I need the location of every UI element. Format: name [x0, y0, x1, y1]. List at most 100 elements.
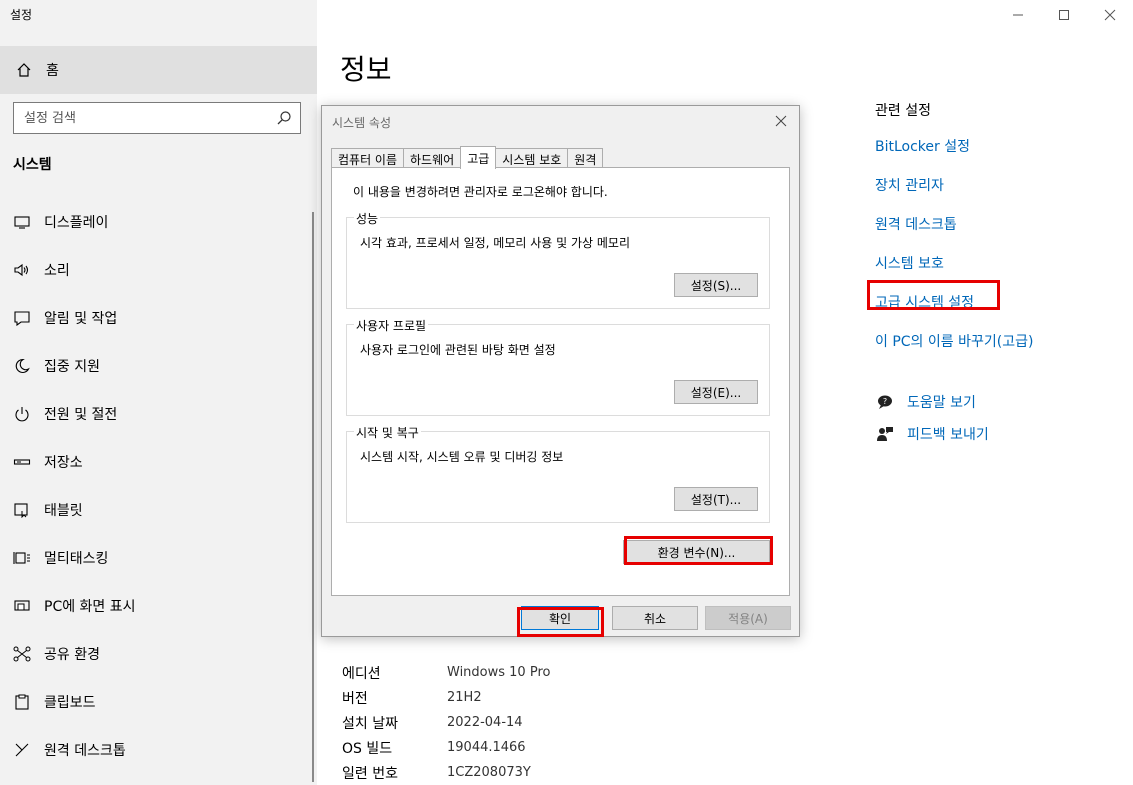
- tab-remote[interactable]: 원격: [567, 148, 604, 168]
- home-icon: [14, 60, 34, 80]
- tab-advanced[interactable]: 고급: [460, 146, 497, 169]
- sidebar-item-storage[interactable]: 저장소: [0, 438, 317, 486]
- search-input[interactable]: [24, 110, 276, 126]
- sidebar-item-label: 알림 및 작업: [44, 311, 118, 327]
- dialog-close-icon[interactable]: [769, 110, 793, 132]
- power-icon: [12, 404, 32, 424]
- cancel-button[interactable]: 취소: [612, 606, 698, 630]
- sidebar-item-remote-desktop[interactable]: 원격 데스크톱: [0, 726, 317, 774]
- startup-recovery-description: 시스템 시작, 시스템 오류 및 디버깅 정보: [360, 450, 564, 464]
- shared-icon: [12, 644, 32, 664]
- system-properties-dialog: 시스템 속성 컴퓨터 이름 하드웨어 고급 시스템 보호 원격 이 내용을 변경…: [321, 105, 800, 637]
- link-advanced-system-settings[interactable]: 고급 시스템 설정: [875, 286, 1033, 325]
- speaker-icon: [12, 260, 32, 280]
- sidebar-item-label: PC에 화면 표시: [44, 599, 136, 615]
- get-help-row[interactable]: ? 도움말 보기: [875, 386, 989, 418]
- link-device-manager[interactable]: 장치 관리자: [875, 169, 1033, 208]
- notification-icon: [12, 308, 32, 328]
- dialog-title: 시스템 속성: [332, 116, 392, 130]
- spec-value: 2022-04-14: [447, 715, 523, 730]
- user-profiles-group: 사용자 프로필 사용자 로그인에 관련된 바탕 화면 설정 설정(E)...: [346, 317, 770, 416]
- sidebar-item-multitasking[interactable]: 멀티태스킹: [0, 534, 317, 582]
- dialog-tabs: 컴퓨터 이름 하드웨어 고급 시스템 보호 원격: [331, 146, 604, 169]
- link-remote-desktop[interactable]: 원격 데스크톱: [875, 208, 1033, 247]
- remote-icon: [12, 740, 32, 760]
- spec-row: OS 빌드 19044.1466: [342, 735, 550, 760]
- user-profiles-settings-button[interactable]: 설정(E)...: [674, 380, 758, 404]
- related-settings-title: 관련 설정: [875, 103, 931, 119]
- spec-row: 설치 날짜 2022-04-14: [342, 710, 550, 735]
- environment-variables-button[interactable]: 환경 변수(N)...: [623, 540, 770, 564]
- spec-value: 19044.1466: [447, 740, 526, 755]
- monitor-icon: [12, 212, 32, 232]
- app-title: 설정: [10, 8, 33, 22]
- performance-description: 시각 효과, 프로세서 일정, 메모리 사용 및 가상 메모리: [360, 236, 630, 250]
- clipboard-icon: [12, 692, 32, 712]
- svg-text:?: ?: [883, 397, 887, 406]
- page-title: 정보: [340, 53, 392, 86]
- performance-group: 성능 시각 효과, 프로세서 일정, 메모리 사용 및 가상 메모리 설정(S)…: [346, 210, 770, 309]
- section-title: 시스템: [13, 157, 52, 173]
- spec-key: 버전: [342, 690, 368, 707]
- project-icon: [12, 596, 32, 616]
- search-icon[interactable]: [276, 110, 292, 126]
- tab-system-protection[interactable]: 시스템 보호: [495, 148, 569, 168]
- home-nav-item[interactable]: 홈: [0, 46, 317, 94]
- spec-row: 에디션 Windows 10 Pro: [342, 660, 550, 685]
- settings-search[interactable]: [13, 102, 301, 134]
- sidebar-item-label: 저장소: [44, 455, 83, 471]
- ok-button[interactable]: 확인: [521, 606, 599, 630]
- link-system-protection[interactable]: 시스템 보호: [875, 247, 1033, 286]
- get-help-link[interactable]: 도움말 보기: [907, 392, 976, 412]
- sidebar-item-label: 원격 데스크톱: [44, 743, 126, 759]
- advanced-tab-panel: 이 내용을 변경하려면 관리자로 로그온해야 합니다. 성능 시각 효과, 프로…: [331, 167, 790, 596]
- sidebar-item-display[interactable]: 디스플레이: [0, 198, 317, 246]
- startup-recovery-label: 시작 및 복구: [354, 424, 421, 441]
- apply-button: 적용(A): [705, 606, 791, 630]
- performance-settings-button[interactable]: 설정(S)...: [674, 273, 758, 297]
- sidebar-item-label: 전원 및 절전: [44, 407, 118, 423]
- sidebar-nav: 디스플레이 소리 알림 및 작업 집중 지원 전원 및 절전 저장소 태블릿 멀…: [0, 198, 317, 774]
- feedback-icon: [875, 424, 895, 444]
- sidebar-item-clipboard[interactable]: 클립보드: [0, 678, 317, 726]
- link-bitlocker[interactable]: BitLocker 설정: [875, 130, 1033, 169]
- link-rename-pc[interactable]: 이 PC의 이름 바꾸기(고급): [875, 325, 1033, 364]
- sidebar-item-sound[interactable]: 소리: [0, 246, 317, 294]
- spec-row: 일련 번호 1CZ208073Y: [342, 760, 550, 785]
- sidebar-item-focus-assist[interactable]: 집중 지원: [0, 342, 317, 390]
- spec-key: 설치 날짜: [342, 715, 398, 732]
- user-profiles-description: 사용자 로그인에 관련된 바탕 화면 설정: [360, 343, 556, 357]
- sidebar-item-label: 집중 지원: [44, 359, 100, 375]
- tab-computer-name[interactable]: 컴퓨터 이름: [331, 148, 405, 168]
- sidebar: 설정 홈 시스템 디스플레이 소리 알림 및 작업 집중 지원: [0, 0, 317, 785]
- sidebar-item-shared-experiences[interactable]: 공유 환경: [0, 630, 317, 678]
- window-controls: [995, 0, 1133, 30]
- maximize-button[interactable]: [1041, 0, 1087, 30]
- startup-recovery-settings-button[interactable]: 설정(T)...: [674, 487, 758, 511]
- spec-row: 버전 21H2: [342, 685, 550, 710]
- windows-specs: 에디션 Windows 10 Pro 버전 21H2 설치 날짜 2022-04-14…: [342, 660, 550, 785]
- sidebar-item-label: 멀티태스킹: [44, 551, 109, 567]
- sidebar-item-power[interactable]: 전원 및 절전: [0, 390, 317, 438]
- moon-icon: [12, 356, 32, 376]
- feedback-row[interactable]: 피드백 보내기: [875, 418, 989, 450]
- user-profiles-label: 사용자 프로필: [354, 317, 429, 334]
- spec-value: 21H2: [447, 690, 482, 705]
- close-button[interactable]: [1087, 0, 1133, 30]
- sidebar-item-notifications[interactable]: 알림 및 작업: [0, 294, 317, 342]
- sidebar-item-label: 디스플레이: [44, 215, 109, 231]
- performance-label: 성능: [354, 210, 381, 227]
- sidebar-item-project[interactable]: PC에 화면 표시: [0, 582, 317, 630]
- tablet-icon: [12, 500, 32, 520]
- sidebar-scrollbar[interactable]: [312, 212, 314, 782]
- minimize-button[interactable]: [995, 0, 1041, 30]
- feedback-link[interactable]: 피드백 보내기: [907, 424, 989, 444]
- help-section: ? 도움말 보기 피드백 보내기: [875, 386, 989, 450]
- sidebar-item-tablet[interactable]: 태블릿: [0, 486, 317, 534]
- spec-key: 에디션: [342, 665, 381, 682]
- startup-recovery-group: 시작 및 복구 시스템 시작, 시스템 오류 및 디버깅 정보 설정(T)...: [346, 424, 770, 523]
- home-label: 홈: [46, 63, 59, 79]
- sidebar-item-label: 클립보드: [44, 695, 96, 711]
- sidebar-item-label: 공유 환경: [44, 647, 100, 663]
- tab-hardware[interactable]: 하드웨어: [403, 148, 462, 168]
